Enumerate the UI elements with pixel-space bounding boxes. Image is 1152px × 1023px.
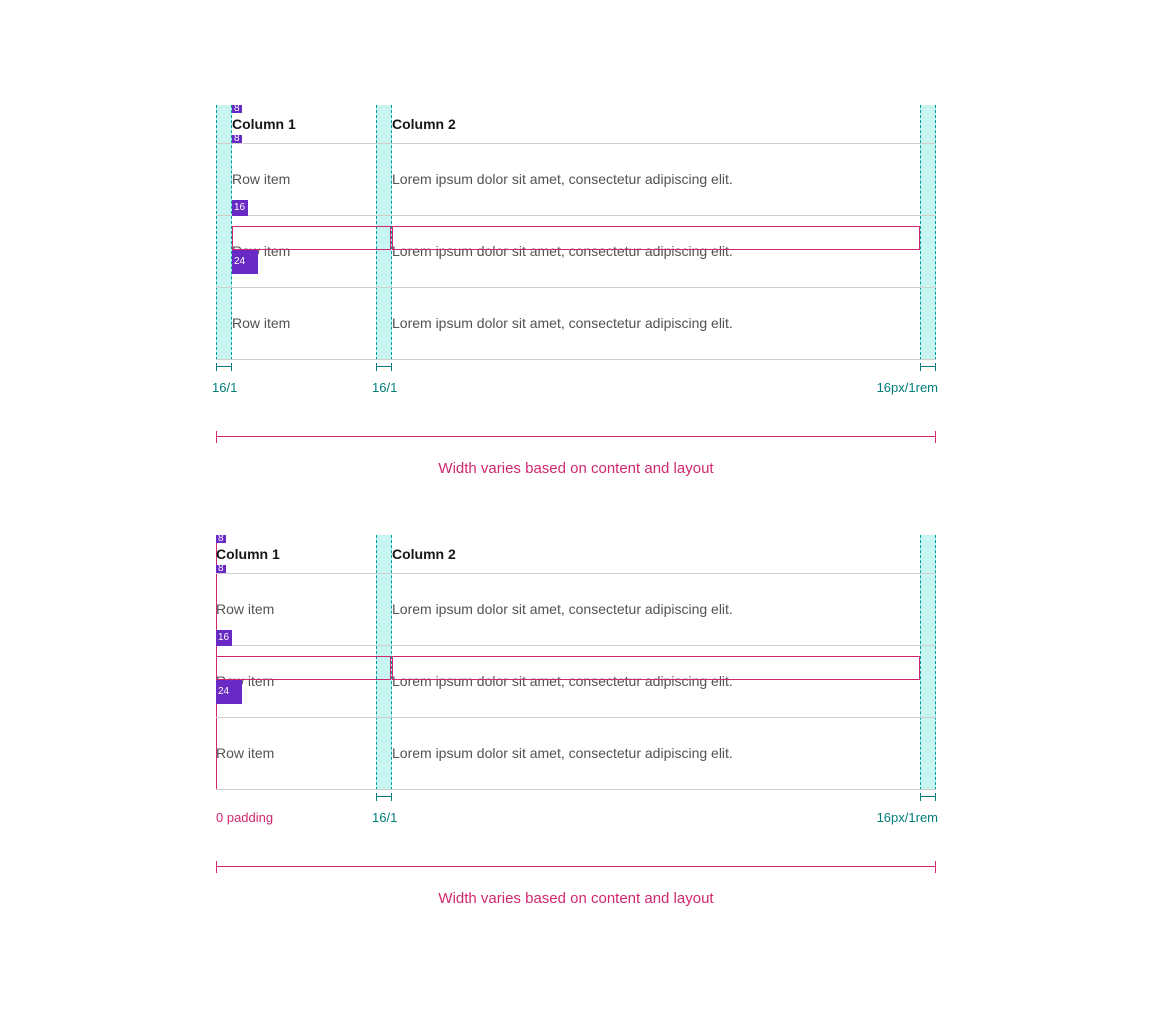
dimension-label-right: 16px/1rem	[877, 810, 938, 825]
dimension-bracket-left	[216, 366, 232, 372]
data-table: Column 1 Column 2 Row item Lorem ipsum d…	[216, 535, 936, 790]
width-bracket	[216, 866, 936, 884]
dimension-bracket-mid	[376, 366, 392, 372]
column-header-2: Column 2	[376, 535, 936, 573]
dimension-label-left: 16/1	[212, 380, 237, 395]
dimension-bracket-right	[920, 796, 936, 802]
dimension-label-mid: 16/1	[372, 380, 397, 395]
row-text-cell: Lorem ipsum dolor sit amet, consectetur …	[376, 143, 936, 215]
width-bracket	[216, 436, 936, 454]
table-row: Row item Lorem ipsum dolor sit amet, con…	[216, 143, 936, 215]
row-item-cell: Row item	[216, 573, 376, 645]
data-table-spec: 8 8 16 24 Column 1 Column 2 Row item Lor…	[216, 105, 936, 360]
dimension-bracket-mid	[376, 796, 392, 802]
dimension-bracket-right	[920, 366, 936, 372]
row-item-cell: Row item	[216, 717, 376, 789]
spacing-marker-8b: 8	[232, 135, 242, 143]
spacing-marker-16: 16	[232, 200, 248, 216]
column-header-2: Column 2	[376, 105, 936, 143]
table-row-highlighted: Row item Lorem ipsum dolor sit amet, con…	[216, 645, 936, 717]
data-table: Column 1 Column 2 Row item Lorem ipsum d…	[216, 105, 936, 360]
spec-diagram-no-left-padding: 8 8 16 24 Column 1 Column 2 Row item Lor…	[216, 535, 936, 907]
dimension-label-mid: 16/1	[372, 810, 397, 825]
table-header-row: Column 1 Column 2	[216, 535, 936, 573]
row-text-cell: Lorem ipsum dolor sit amet, consectetur …	[376, 717, 936, 789]
table-row: Row item Lorem ipsum dolor sit amet, con…	[216, 573, 936, 645]
spacing-marker-8b: 8	[216, 565, 226, 573]
width-note: Width varies based on content and layout	[216, 460, 936, 477]
row-text-cell: Lorem ipsum dolor sit amet, consectetur …	[376, 573, 936, 645]
table-header-row: Column 1 Column 2	[216, 105, 936, 143]
spacing-marker-8: 8	[216, 535, 226, 543]
spec-diagram-with-padding: 8 8 16 24 Column 1 Column 2 Row item Lor…	[216, 105, 936, 477]
spacing-marker-24: 24	[216, 680, 242, 704]
row-text-cell: Lorem ipsum dolor sit amet, consectetur …	[376, 215, 936, 287]
row-item-cell: Row item	[216, 287, 376, 359]
dimension-label-right: 16px/1rem	[877, 380, 938, 395]
dimension-annotations: 0 padding 16/1 16px/1rem	[216, 796, 936, 836]
row-text-cell: Lorem ipsum dolor sit amet, consectetur …	[376, 645, 936, 717]
dimension-annotations: 16/1 16/1 16px/1rem	[216, 366, 936, 406]
column-header-1: Column 1	[216, 535, 376, 573]
dimension-label-zero-padding: 0 padding	[216, 810, 273, 825]
spacing-marker-16: 16	[216, 630, 232, 646]
row-text-cell: Lorem ipsum dolor sit amet, consectetur …	[376, 287, 936, 359]
data-table-spec: 8 8 16 24 Column 1 Column 2 Row item Lor…	[216, 535, 936, 790]
width-note: Width varies based on content and layout	[216, 890, 936, 907]
table-row: Row item Lorem ipsum dolor sit amet, con…	[216, 287, 936, 359]
table-row-highlighted: Row item Lorem ipsum dolor sit amet, con…	[216, 215, 936, 287]
spacing-marker-24: 24	[232, 250, 258, 274]
spacing-marker-8: 8	[232, 105, 242, 113]
table-row: Row item Lorem ipsum dolor sit amet, con…	[216, 717, 936, 789]
